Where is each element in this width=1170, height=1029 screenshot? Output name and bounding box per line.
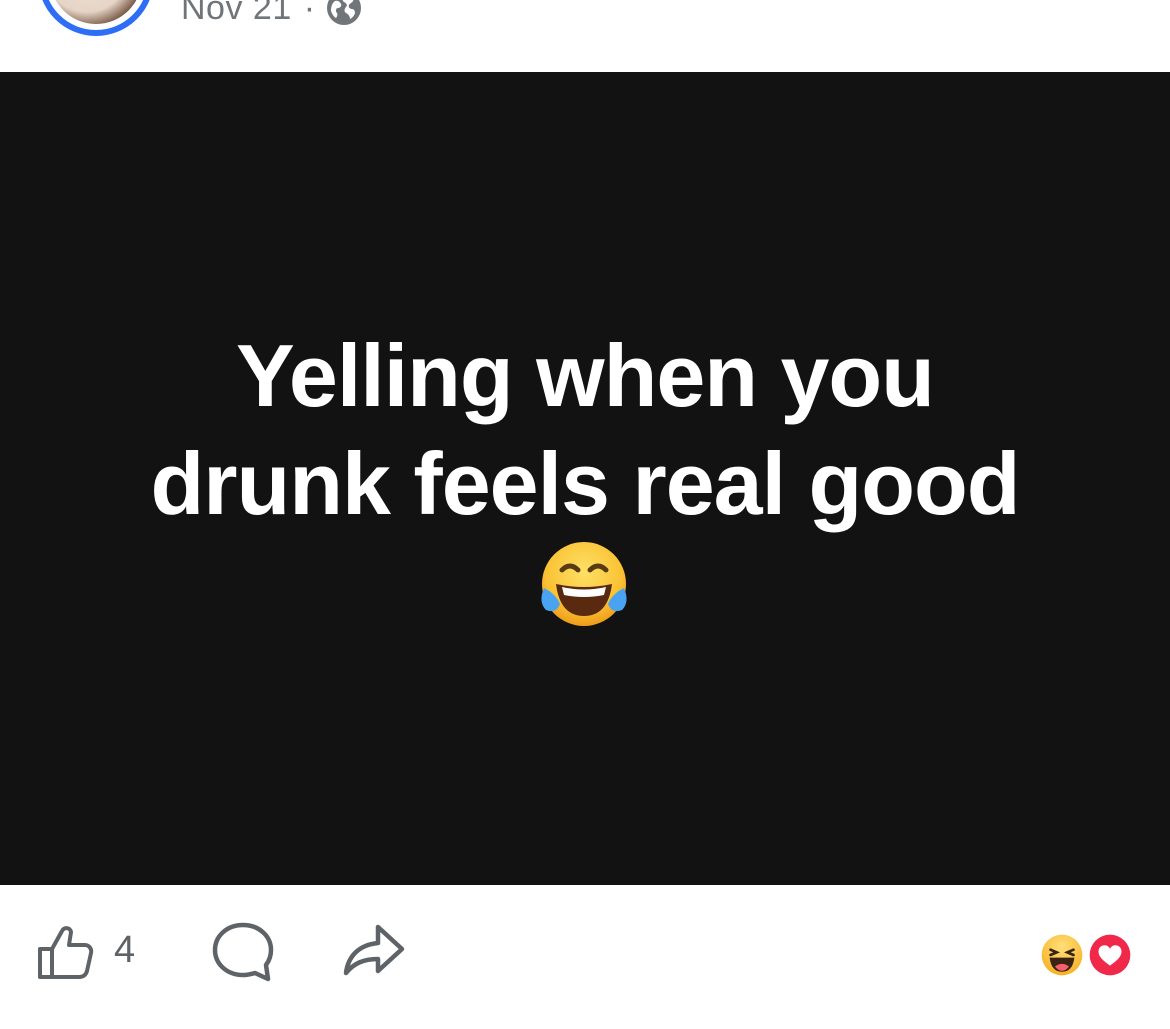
avatar-photo <box>50 0 142 24</box>
post-text-line-2: drunk feels real good <box>150 434 1021 533</box>
action-bar: 4 <box>0 885 1170 1029</box>
meta-separator: · <box>303 0 316 27</box>
tears-of-joy-emoji-icon <box>541 542 627 626</box>
post-media[interactable]: Yelling when you drunk feels real good <box>0 72 1170 885</box>
comment-icon[interactable] <box>210 921 276 983</box>
thumbs-up-icon[interactable] <box>34 919 98 983</box>
share-icon[interactable] <box>340 921 406 983</box>
globe-icon <box>326 0 361 25</box>
love-reaction-icon <box>1084 929 1136 981</box>
post-meta: Nov 21 · <box>181 0 362 30</box>
post-date[interactable]: Nov 21 <box>181 0 292 28</box>
like-count[interactable]: 4 <box>114 929 135 972</box>
reactions-summary[interactable] <box>1034 929 1138 981</box>
post-card: Nov 21 · Yelling when you drunk feels re… <box>0 0 1170 1029</box>
post-text-line-1: Yelling when you <box>236 326 935 425</box>
post-text: Yelling when you drunk feels real good <box>0 322 1170 538</box>
avatar[interactable] <box>38 0 154 36</box>
post-header: Nov 21 · <box>0 0 1170 72</box>
haha-reaction-icon <box>1036 929 1088 981</box>
